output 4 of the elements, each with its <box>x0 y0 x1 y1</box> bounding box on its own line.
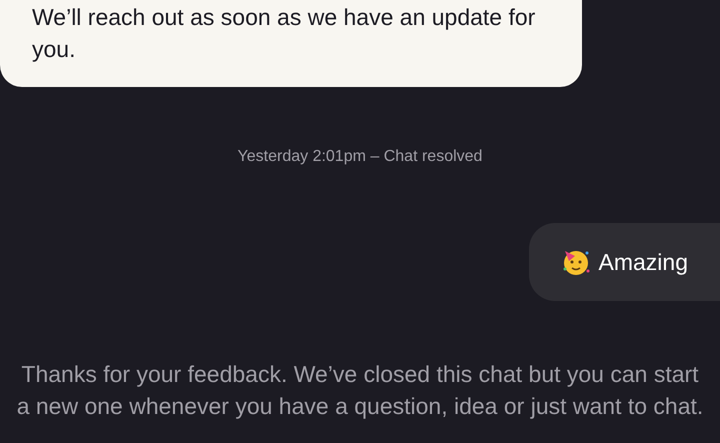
closed-notice: Thanks for your feedback. We’ve closed this chat but you can start a new one whenever you have a question, idea or just want to chat. <box>16 360 704 421</box>
chat-status: Yesterday 2:01pm – Chat resolved <box>238 147 482 167</box>
agent-message: We’ll reach out as soon as we have an update for you. <box>0 0 582 87</box>
message-text: Amazing <box>598 248 688 277</box>
